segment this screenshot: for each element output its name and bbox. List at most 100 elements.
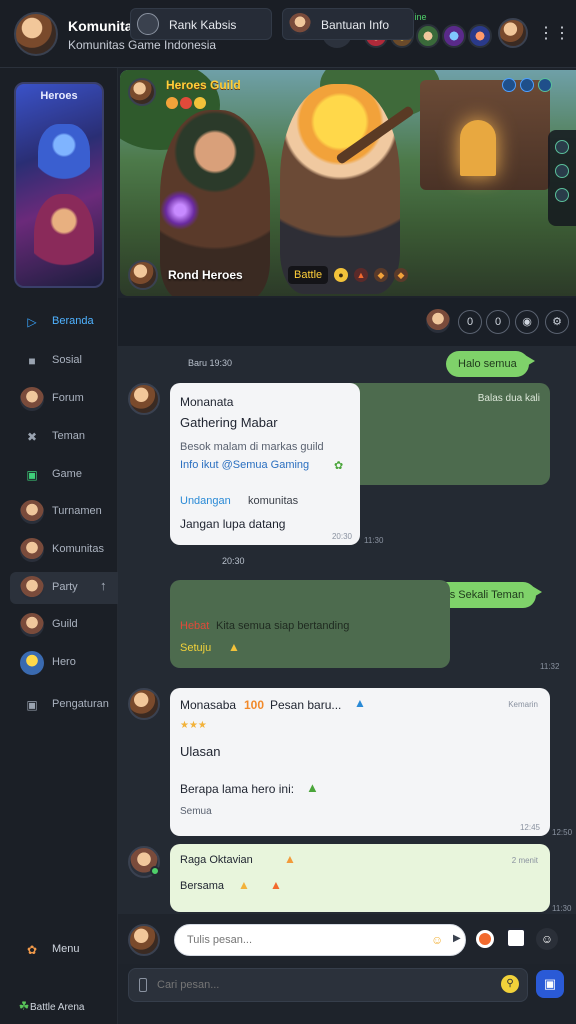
fire-icon: ▲ <box>354 268 368 282</box>
sidebar-item-label: Turnamen <box>52 505 102 517</box>
play-icon: ▷ <box>27 315 37 329</box>
sidebar-item-teman[interactable]: ✖ Teman <box>10 421 118 453</box>
message-bubble[interactable]: Monasaba 100 Pesan baru... ▲ Kemarin ★★★… <box>170 688 550 836</box>
tab-bantuan[interactable]: Bantuan Info <box>282 8 414 40</box>
promo-hero-image <box>38 124 90 194</box>
sticker-icon[interactable]: ☺ <box>536 928 558 950</box>
attachment-icon[interactable] <box>506 928 526 948</box>
message-time: 2 menit <box>511 856 538 865</box>
gem-icon: ◆ <box>374 268 388 282</box>
more-icon[interactable]: ⋮⋮ <box>538 22 570 46</box>
message-heading: Ulasan <box>180 744 221 759</box>
user-avatar[interactable] <box>426 309 450 333</box>
sidebar-item-komunitas[interactable]: Komunitas <box>10 534 118 566</box>
guild-avatar[interactable] <box>128 78 156 106</box>
online-user-avatar[interactable] <box>416 24 440 48</box>
tab-rank[interactable]: Rank Kabsis <box>130 8 272 40</box>
sidebar-item-menu[interactable]: ✿ Menu <box>10 934 118 966</box>
message-input[interactable] <box>187 925 407 955</box>
game-banner[interactable]: Heroes Guild Rond Heroes Battle ● ▲ ◆ ◆ <box>120 70 576 296</box>
online-user-avatar[interactable] <box>468 24 492 48</box>
profile-avatar[interactable] <box>498 18 528 48</box>
message-sender: Raga Oktavian <box>180 854 253 866</box>
sidebar-item-sosial[interactable]: ■ Sosial <box>10 345 118 377</box>
green-message-bubble[interactable]: Balas dua kali <box>340 383 550 485</box>
promo-title: Heroes <box>40 90 78 102</box>
rating-icon: ★★★ <box>180 720 207 731</box>
panel-icon[interactable] <box>555 164 569 178</box>
my-avatar[interactable] <box>128 924 160 956</box>
sidebar-item-guild[interactable]: Guild <box>10 609 118 641</box>
banner-footer-name: Rond Heroes <box>168 268 243 282</box>
alert-icon: ▲ <box>354 696 366 710</box>
sidebar-item-hero[interactable]: Hero <box>10 647 118 679</box>
sent-message-pill[interactable]: Halo semua <box>446 351 535 377</box>
gear-icon[interactable]: ⚙ <box>545 310 569 334</box>
system-timestamp: 20:30 <box>222 556 245 566</box>
sidebar-item-label: Forum <box>52 392 84 404</box>
community-avatar[interactable] <box>14 12 58 56</box>
message-time: 11:32 <box>540 662 560 671</box>
sidebar-item-party[interactable]: Party ↑ <box>10 572 118 604</box>
sender-avatar[interactable] <box>128 688 160 720</box>
badge-icon <box>166 97 178 109</box>
sidebar-item-beranda[interactable]: ▷ Beranda <box>10 306 118 338</box>
forum-icon <box>20 387 44 411</box>
message-text: Pesan baru... <box>270 698 342 712</box>
send-arrow-icon[interactable]: ▶ <box>453 933 461 944</box>
message-input-box[interactable]: ☺ ▶ <box>174 924 466 956</box>
target-icon[interactable]: ◉ <box>515 310 539 334</box>
status-icon[interactable] <box>538 78 552 92</box>
promo-card[interactable]: Heroes <box>14 82 104 288</box>
clock-icon[interactable]: 0 <box>486 310 510 334</box>
panel-icon[interactable] <box>555 188 569 202</box>
green-message-bubble[interactable]: Hebat Kita semua siap bertanding Setuju … <box>170 580 450 668</box>
sidebar-item-game[interactable]: ▣ Game <box>10 459 118 491</box>
sidebar-item-label: Sosial <box>52 354 82 366</box>
message-text: komunitas <box>248 495 299 507</box>
chat-icon: ■ <box>28 354 36 368</box>
badge-icon <box>194 97 206 109</box>
status-icon[interactable] <box>502 78 516 92</box>
sidebar-item-label: Hero <box>52 656 76 668</box>
lock-icon[interactable]: 0 <box>458 310 482 334</box>
save-button[interactable]: ▣ <box>536 970 564 998</box>
trophy-icon <box>20 500 44 524</box>
sidebar-item-label: Beranda <box>52 315 94 327</box>
party-icon <box>20 576 44 600</box>
status-icon[interactable] <box>520 78 534 92</box>
message-time: 11:30 <box>364 536 384 545</box>
sidebar-item-battle-arena[interactable]: ☘ Battle Arena <box>4 990 112 1022</box>
player-avatar[interactable] <box>128 260 158 290</box>
message-bubble[interactable]: Monanata Gathering Mabar Besok malam di … <box>170 383 360 545</box>
pin-icon: ↑ <box>100 578 107 593</box>
message-bubble[interactable]: Raga Oktavian ▲ Bersama ▲ ▲ 2 menit <box>170 844 550 912</box>
warning-icon: ▲ <box>228 640 240 654</box>
search-icon[interactable]: ⚲ <box>501 975 519 993</box>
message-time: 11:30 <box>552 904 572 913</box>
flame-icon: ▲ <box>238 878 250 892</box>
sidebar-item-pengaturan[interactable]: ▣ Pengaturan <box>10 689 118 721</box>
sender-avatar[interactable] <box>128 383 160 415</box>
message-text: Berapa lama hero ini: <box>180 782 295 796</box>
message-tag[interactable]: Undangan <box>180 495 231 507</box>
coin-icon: ● <box>334 268 348 282</box>
crown-icon: ▲ <box>270 878 282 892</box>
sidebar-item-turnamen[interactable]: Turnamen <box>10 496 118 528</box>
panel-icon[interactable] <box>555 140 569 154</box>
tab-label: Bantuan Info <box>321 18 390 32</box>
search-bar[interactable]: ⚲ <box>128 968 528 1002</box>
sidebar-item-forum[interactable]: Forum <box>10 383 118 415</box>
flame-icon: ▲ <box>284 852 296 866</box>
banner-footer-tag: Battle <box>288 266 329 284</box>
search-input[interactable] <box>157 969 477 1001</box>
emoji-icon[interactable]: ☺ <box>431 933 443 947</box>
bubble-label: Balas dua kali <box>477 393 540 404</box>
message-time: 12:50 <box>552 828 573 837</box>
message-mention[interactable]: Info ikut @Semua Gaming <box>180 459 309 471</box>
gamepad-icon: ▣ <box>26 468 38 482</box>
message-text: Jangan lupa datang <box>180 517 286 531</box>
online-user-avatar[interactable] <box>442 24 466 48</box>
record-icon[interactable] <box>476 930 494 948</box>
hero-icon <box>20 651 44 675</box>
